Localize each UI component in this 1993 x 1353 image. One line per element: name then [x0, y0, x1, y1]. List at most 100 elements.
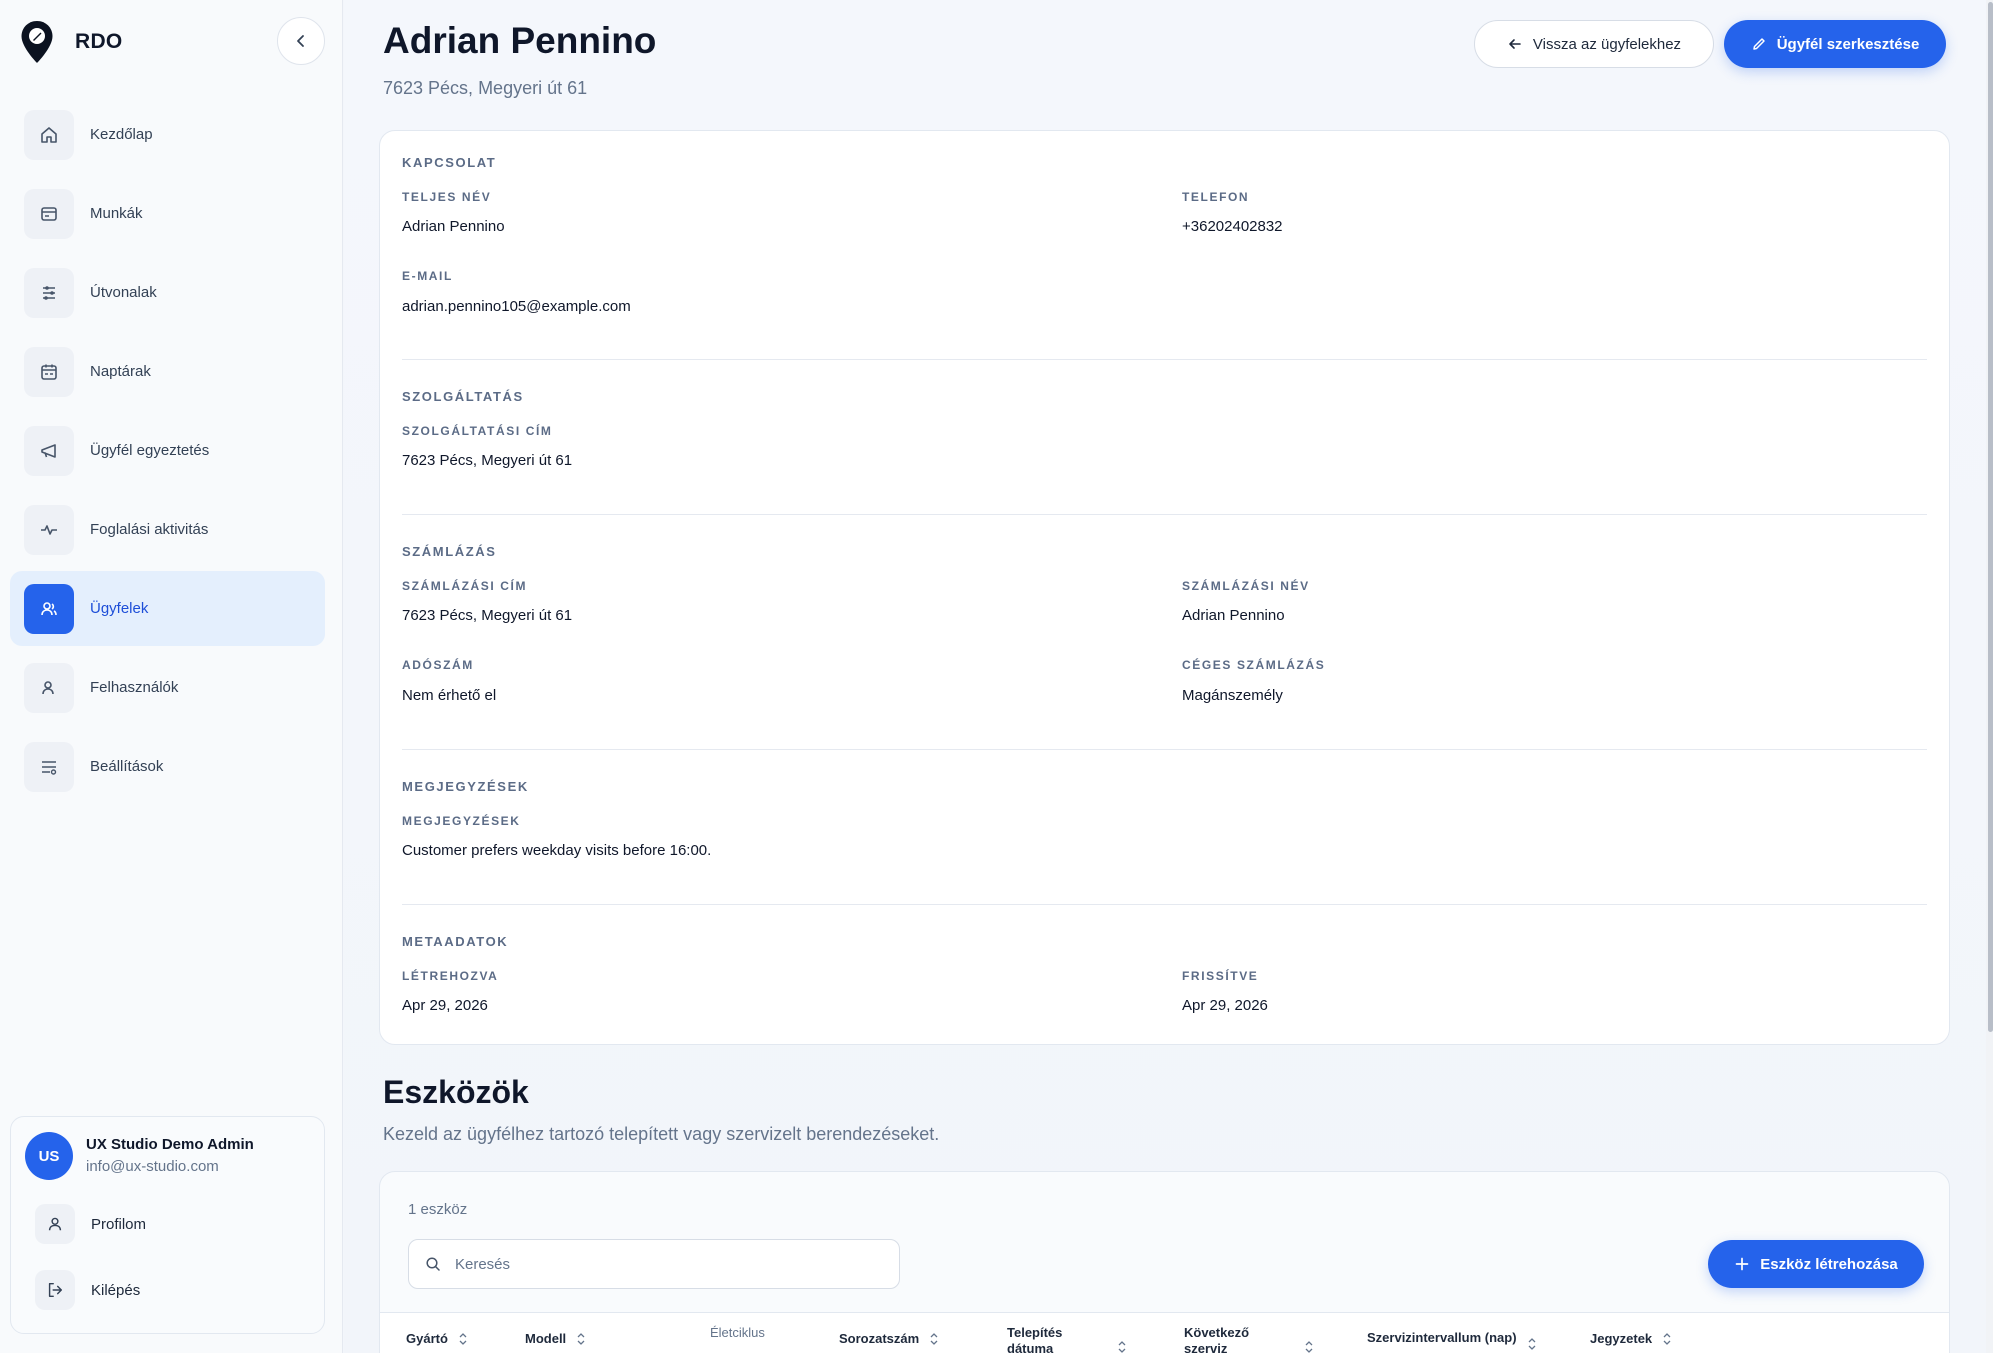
settings-icon: [24, 741, 74, 792]
sidebar-item-customer-coordination[interactable]: Ügyfél egyeztetés: [10, 413, 325, 488]
divider: [402, 514, 1927, 515]
sidebar-item-settings[interactable]: Beállítások: [10, 729, 325, 804]
megaphone-icon: [24, 425, 74, 476]
sidebar-item-users[interactable]: Felhasználók: [10, 650, 325, 725]
sort-icon: [1663, 1333, 1671, 1345]
user-email: info@ux-studio.com: [86, 1158, 219, 1175]
tax-number-value: Nem érhető el: [402, 687, 497, 704]
chevron-left-icon: [297, 35, 304, 47]
column-label: Telepítés dátuma: [1007, 1325, 1063, 1353]
table-header: Gyártó Modell Életciklus Sorozatszám Tel…: [380, 1312, 1949, 1353]
sidebar-nav: Kezdőlap Munkák Útvonalak Naptárak Ügyfé…: [10, 97, 325, 808]
create-equipment-button[interactable]: Eszköz létrehozása: [1708, 1240, 1924, 1288]
calendar-icon: [24, 346, 74, 397]
email-label: E-MAIL: [402, 269, 453, 283]
column-header-notes[interactable]: Jegyzetek: [1590, 1331, 1672, 1347]
sidebar-item-label: Felhasználók: [90, 679, 179, 696]
billing-address-label: SZÁMLÁZÁSI CÍM: [402, 579, 528, 593]
edit-customer-button[interactable]: Ügyfél szerkesztése: [1724, 20, 1946, 68]
sidebar-item-label: Ügyfél egyeztetés: [90, 442, 210, 459]
column-header-next-service[interactable]: Következő szerviz: [1184, 1325, 1314, 1353]
equipment-subtitle: Kezeld az ügyfélhez tartozó telepített v…: [383, 1124, 940, 1144]
sort-icon: [1305, 1341, 1313, 1353]
sidebar-item-home[interactable]: Kezdőlap: [10, 97, 325, 172]
sidebar-item-label: Útvonalak: [90, 284, 157, 301]
search-input[interactable]: [455, 1255, 875, 1273]
column-header-serial-number[interactable]: Sorozatszám: [839, 1331, 939, 1347]
collapse-sidebar-button[interactable]: [277, 17, 325, 65]
sidebar-item-label: Naptárak: [90, 363, 151, 380]
sidebar-item-booking-activity[interactable]: Foglalási aktivitás: [10, 492, 325, 567]
phone-label: TELEFON: [1182, 190, 1250, 204]
column-header-model[interactable]: Modell: [525, 1331, 586, 1347]
column-header-service-interval[interactable]: Szervizintervallum (nap): [1367, 1325, 1537, 1351]
profile-button[interactable]: Profilom: [35, 1204, 146, 1244]
divider: [402, 749, 1927, 750]
sort-icon: [577, 1333, 585, 1345]
customer-details-card: KAPCSOLAT TELJES NÉV Adrian Pennino TELE…: [379, 130, 1950, 1045]
fullname-label: TELJES NÉV: [402, 190, 492, 204]
pencil-icon: [1752, 38, 1765, 50]
billing-address-value: 7623 Pécs, Megyeri út 61: [402, 607, 573, 624]
create-equipment-label: Eszköz létrehozása: [1760, 1255, 1898, 1273]
updated-value: Apr 29, 2026: [1182, 997, 1268, 1014]
app-name: RDO: [75, 30, 123, 53]
edit-label: Ügyfél szerkesztése: [1776, 35, 1920, 53]
logout-icon: [35, 1270, 75, 1310]
updated-label: FRISSÍTVE: [1182, 969, 1259, 983]
email-value: adrian.pennino105@example.com: [402, 298, 631, 315]
column-label: Következő szerviz: [1184, 1325, 1250, 1353]
arrow-left-icon: [1509, 39, 1521, 49]
column-header-install-date[interactable]: Telepítés dátuma: [1007, 1325, 1127, 1353]
users-icon: [24, 662, 74, 713]
phone-value: +36202402832: [1182, 218, 1283, 235]
work-icon: [24, 188, 74, 239]
divider: [402, 904, 1927, 905]
page-title: Adrian Pennino: [383, 20, 657, 61]
billing-name-label: SZÁMLÁZÁSI NÉV: [1182, 579, 1310, 593]
sidebar-item-label: Beállítások: [90, 758, 164, 775]
sidebar-item-customers[interactable]: Ügyfelek: [10, 571, 325, 646]
page-subtitle: 7623 Pécs, Megyeri út 61: [383, 78, 588, 98]
sidebar-item-label: Ügyfelek: [90, 600, 149, 617]
brand[interactable]: RDO: [20, 20, 123, 64]
company-billing-label: CÉGES SZÁMLÁZÁS: [1182, 658, 1326, 672]
avatar[interactable]: US: [25, 1132, 73, 1180]
equipment-title: Eszközök: [383, 1074, 529, 1110]
sidebar-item-routes[interactable]: Útvonalak: [10, 255, 325, 330]
fullname-value: Adrian Pennino: [402, 218, 505, 235]
column-header-lifecycle: Életciklus: [710, 1325, 765, 1341]
logout-button[interactable]: Kilépés: [35, 1270, 140, 1310]
logout-label: Kilépés: [91, 1281, 141, 1299]
section-title-metadata: METAADATOK: [402, 934, 509, 949]
logo-pin-icon: [21, 21, 53, 63]
column-label: Jegyzetek: [1590, 1331, 1653, 1346]
equipment-table-card: 1 eszköz Eszköz létrehozása Gyártó Model…: [379, 1171, 1950, 1353]
sidebar: RDO Kezdőlap Munkák Útvonalak Naptárak Ü…: [0, 0, 343, 1353]
page-scrollbar-thumb[interactable]: [1988, 2, 1993, 1032]
service-address-value: 7623 Pécs, Megyeri út 61: [402, 452, 573, 469]
column-label: Sorozatszám: [839, 1331, 920, 1346]
section-title-service: SZOLGÁLTATÁS: [402, 389, 524, 404]
column-label: Gyártó: [406, 1331, 448, 1346]
main-content: Adrian Pennino 7623 Pécs, Megyeri út 61 …: [344, 0, 1993, 1353]
notes-label: MEGJEGYZÉSEK: [402, 814, 521, 828]
tax-number-label: ADÓSZÁM: [402, 658, 474, 672]
equipment-count: 1 eszköz: [408, 1201, 468, 1218]
routes-icon: [24, 267, 74, 318]
column-header-manufacturer[interactable]: Gyártó: [406, 1331, 468, 1347]
sidebar-item-calendars[interactable]: Naptárak: [10, 334, 325, 409]
search-field[interactable]: [408, 1239, 900, 1289]
sidebar-item-jobs[interactable]: Munkák: [10, 176, 325, 251]
sidebar-item-label: Foglalási aktivitás: [90, 521, 209, 538]
activity-icon: [24, 504, 74, 555]
column-label: Életciklus: [710, 1325, 765, 1340]
back-to-customers-button[interactable]: Vissza az ügyfelekhez: [1474, 20, 1714, 68]
created-label: LÉTREHOZVA: [402, 969, 499, 983]
created-value: Apr 29, 2026: [402, 997, 488, 1014]
sidebar-item-label: Munkák: [90, 205, 143, 222]
divider: [402, 359, 1927, 360]
column-label: Modell: [525, 1331, 567, 1346]
customers-icon: [24, 583, 74, 634]
sort-icon: [1528, 1338, 1536, 1350]
